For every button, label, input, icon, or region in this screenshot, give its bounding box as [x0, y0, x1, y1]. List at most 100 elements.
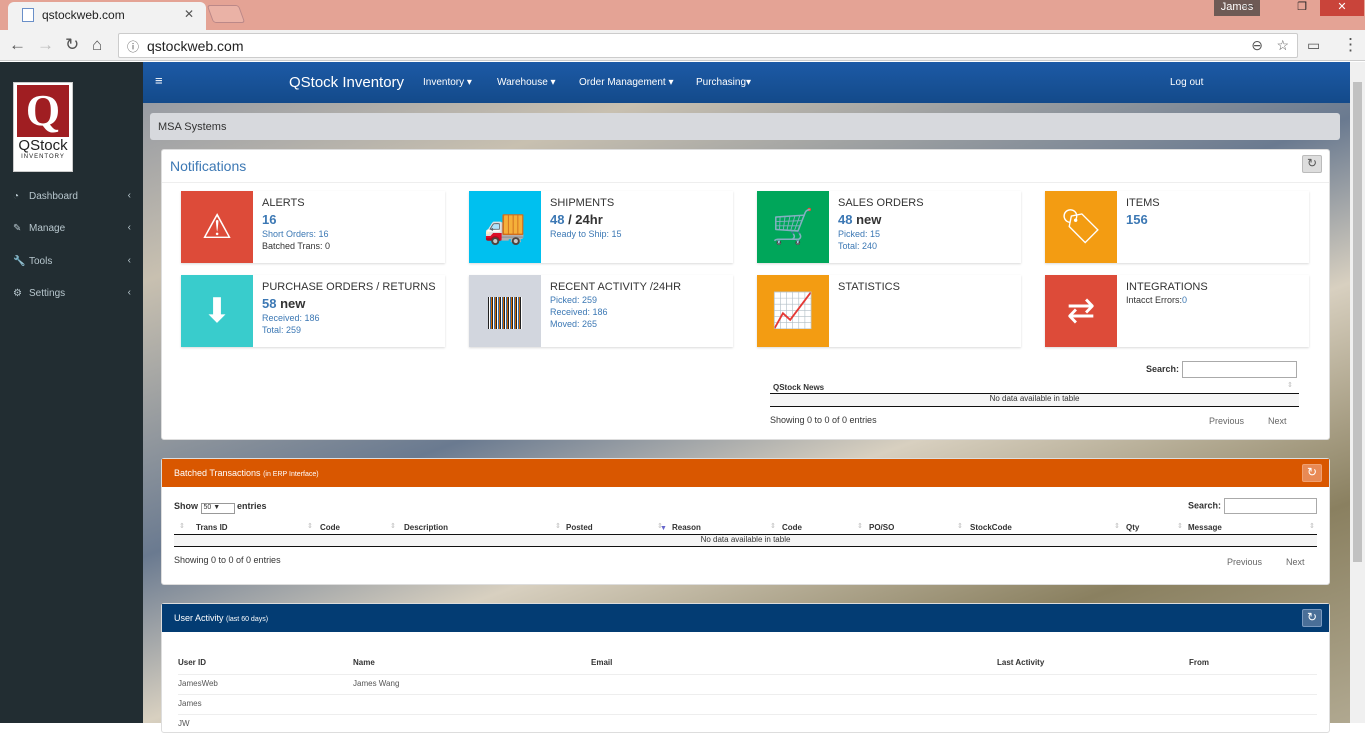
hamburger-icon[interactable]: ≡ [155, 73, 163, 88]
column-header[interactable]: Email [591, 658, 612, 667]
card-alerts[interactable]: ⚠ Alerts 16 Short Orders: 16 Batched Trans: … [181, 191, 445, 263]
column-header[interactable]: User ID [178, 658, 206, 667]
sidebar-item-manage[interactable]: ✎ Manage ‹ [0, 220, 143, 240]
scrollbar-thumb[interactable] [1353, 82, 1362, 562]
menu-warehouse[interactable]: Warehouse ▾ [497, 77, 556, 88]
url-input[interactable]: ⓘ qstockweb.com ⊖ ☆ [118, 33, 1298, 58]
news-previous[interactable]: Previous [1209, 416, 1244, 426]
column-header[interactable]: Reason [672, 523, 701, 532]
refresh-icon[interactable]: ↻ [1302, 155, 1322, 173]
refresh-icon[interactable]: ↻ [1302, 609, 1322, 627]
card-count-suffix: / 24hr [564, 212, 603, 227]
card-count-value: 48 [838, 212, 853, 227]
chart-line-icon: 📈 [757, 275, 829, 347]
card-integrations[interactable]: ⇄ Integrations Intacct Errors:0 [1045, 275, 1309, 347]
column-header[interactable]: Description [404, 523, 448, 532]
sidebar-item-tools[interactable]: 🔧 Tools ‹ [0, 253, 143, 273]
page-scrollbar[interactable] [1350, 62, 1365, 723]
column-header[interactable]: Trans ID [196, 523, 228, 532]
menu-inventory[interactable]: Inventory ▾ [423, 77, 472, 88]
card-line: Picked: 259 [550, 295, 598, 305]
edit-icon: ✎ [13, 223, 22, 234]
bookmark-star-icon[interactable]: ☆ [1276, 37, 1289, 54]
user-activity-panel: User Activity (last 60 days) ↻ User ID Na… [161, 603, 1330, 733]
card-title: Statistics [838, 281, 900, 293]
card-shipments[interactable]: 🚚 Shipments 48 / 24hr Ready to Ship: 15 [469, 191, 733, 263]
card-statistics[interactable]: 📈 Statistics [757, 275, 1021, 347]
reload-icon[interactable]: ↻ [65, 35, 79, 55]
minimize-icon[interactable]: — [1234, 0, 1262, 16]
divider [174, 546, 1317, 547]
card-count: 156 [1126, 212, 1306, 227]
close-window-icon[interactable]: ✕ [1320, 0, 1364, 16]
sort-icon: ⇕ [957, 523, 963, 530]
batched-next[interactable]: Next [1286, 557, 1305, 567]
logo-sub: INVENTORY [21, 154, 65, 160]
column-header[interactable]: Message [1188, 523, 1222, 532]
column-header[interactable]: Last Activity [997, 658, 1044, 667]
card-count-suffix: new [852, 212, 882, 227]
column-header[interactable]: Posted [566, 523, 593, 532]
column-header[interactable]: PO/SO [869, 523, 894, 532]
browser-tab[interactable]: qstockweb.com ✕ [8, 2, 206, 30]
card-count: 48 / 24hr [550, 212, 730, 227]
sidebar-item-dashboard[interactable]: ◔ Dashboard ‹ [0, 188, 143, 208]
qstock-logo[interactable]: Q QStock INVENTORY [13, 82, 73, 172]
card-title: Integrations [1126, 281, 1208, 293]
menu-label: Inventory [423, 77, 465, 88]
back-icon[interactable]: ← [9, 35, 26, 55]
menu-icon[interactable]: ⋮ [1342, 35, 1359, 55]
info-icon: ⓘ [127, 40, 140, 54]
batched-transactions-panel: Batched Transactions (in ERP Interface) … [161, 458, 1330, 585]
card-line: Total: 259 [262, 325, 302, 335]
forward-icon[interactable]: → [37, 35, 54, 55]
page-size: Show 50 ▼ entries [174, 501, 267, 514]
close-tab-icon[interactable]: ✕ [184, 7, 194, 21]
news-info: Showing 0 to 0 of 0 entries [770, 415, 877, 425]
batched-previous[interactable]: Previous [1227, 557, 1262, 567]
card-purchase-orders-returns[interactable]: ⬇ Purchase Orders / Returns 58 new Received… [181, 275, 445, 347]
card-line-label: Intacct Errors: [1126, 295, 1183, 305]
menu-purchasing[interactable]: Purchasing▾ [696, 77, 751, 88]
search-label: Search: [1146, 363, 1180, 374]
logout-link[interactable]: Log out [1170, 77, 1203, 88]
brand-title[interactable]: QStock Inventory [289, 74, 404, 91]
logo-name: QStock [18, 137, 68, 154]
show-label: Show [174, 501, 198, 511]
column-header[interactable]: Code [782, 523, 802, 532]
column-header[interactable]: Qty [1126, 523, 1139, 532]
menu-order-management[interactable]: Order Management ▾ [579, 77, 674, 88]
column-header[interactable]: Code [320, 523, 340, 532]
search-label: Search: [1188, 500, 1222, 511]
table-row[interactable] [178, 694, 1317, 695]
maximize-icon[interactable]: ❐ [1288, 0, 1316, 16]
cast-icon[interactable]: ▭ [1307, 37, 1320, 54]
home-icon[interactable]: ⌂ [92, 35, 102, 55]
card-sales-orders[interactable]: 🛒 Sales Orders 48 new Picked: 15 Total: 240 [757, 191, 1021, 263]
barcode-icon [469, 275, 541, 347]
wrench-icon: 🔧 [13, 256, 26, 267]
column-header[interactable]: Name [353, 658, 375, 667]
new-tab-button[interactable] [206, 5, 246, 23]
news-search-input[interactable] [1182, 361, 1298, 378]
sidebar-item-settings[interactable]: ⚙ Settings ‹ [0, 285, 143, 305]
column-header[interactable]: StockCode [970, 523, 1012, 532]
card-items[interactable]: 🏷 Items 156 [1045, 191, 1309, 263]
card-count-value: 48 [550, 212, 565, 227]
news-column-header[interactable]: QStock News [773, 383, 824, 392]
menu-label: Purchasing [696, 77, 747, 88]
table-row[interactable] [178, 714, 1317, 715]
refresh-icon[interactable]: ↻ [1302, 464, 1322, 482]
batched-search-input[interactable] [1224, 498, 1318, 514]
column-header[interactable]: From [1189, 658, 1209, 667]
card-recent-activity-24hr[interactable]: Recent Activity /24HR Picked: 259 Received… [469, 275, 733, 347]
news-next[interactable]: Next [1268, 416, 1287, 426]
chevron-left-icon: ‹ [127, 255, 131, 266]
card-line: Moved: 265 [550, 319, 598, 329]
card-line: Intacct Errors:0 [1126, 295, 1306, 305]
page-size-select[interactable]: 50 ▼ [200, 503, 235, 514]
zoom-icon[interactable]: ⊖ [1251, 37, 1263, 54]
panel-title: User Activity [174, 613, 224, 623]
sort-desc-icon: ▼ [660, 525, 667, 532]
table-row[interactable] [178, 674, 1317, 675]
